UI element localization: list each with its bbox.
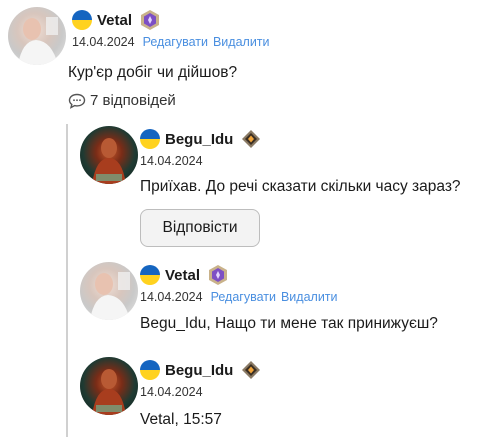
- comment-meta: 14.04.2024 Редагувати Видалити: [72, 35, 270, 49]
- thread-line: [66, 357, 68, 359]
- main-comment: Vetal 14.04.2024 Редагувати Видалити: [8, 7, 270, 65]
- avatar[interactable]: [8, 7, 66, 65]
- thread-line: [66, 124, 68, 437]
- comment-header: Begu_Idu: [140, 126, 262, 152]
- reply-comment: Begu_Idu 14.04.2024: [80, 357, 262, 415]
- username[interactable]: Vetal: [97, 12, 132, 29]
- avatar[interactable]: [80, 357, 138, 415]
- edit-link[interactable]: Редагувати: [143, 35, 208, 49]
- mention[interactable]: Vetal: [140, 411, 174, 428]
- comment-date: 14.04.2024: [72, 35, 135, 49]
- speech-bubble-icon: [68, 93, 86, 109]
- comment-meta: 14.04.2024 Редагувати Видалити: [140, 290, 338, 304]
- avatar-image: [90, 272, 130, 320]
- replies-count-label: 7 відповідей: [90, 92, 176, 109]
- username[interactable]: Begu_Idu: [165, 131, 233, 148]
- comment-header: Vetal: [72, 7, 270, 33]
- comment-text: Приїхав. До речі сказати скільки часу за…: [140, 178, 461, 195]
- username[interactable]: Begu_Idu: [165, 362, 233, 379]
- avatar-image: [18, 17, 58, 65]
- ukraine-flag-icon: [140, 129, 160, 149]
- comment-body: , 15:57: [174, 411, 222, 428]
- comment-text: Begu_Idu, Нащо ти мене так принижуєш?: [140, 315, 438, 333]
- avatar[interactable]: [80, 126, 138, 184]
- purple-rank-badge-icon: [141, 10, 160, 30]
- comment-date: 14.04.2024: [140, 385, 203, 399]
- reply-comment: Begu_Idu 14.04.2024: [80, 126, 262, 184]
- avatar[interactable]: [80, 262, 138, 320]
- ukraine-flag-icon: [140, 265, 160, 285]
- ukraine-flag-icon: [140, 360, 160, 380]
- delete-link[interactable]: Видалити: [281, 290, 338, 304]
- comment-header: Begu_Idu: [140, 357, 262, 383]
- thread-line: [66, 124, 68, 126]
- bronze-rank-badge-icon: [242, 130, 261, 148]
- purple-rank-badge-icon: [209, 265, 228, 285]
- mention[interactable]: Begu_Idu: [140, 315, 206, 332]
- avatar-image: [92, 369, 126, 415]
- comment-meta: 14.04.2024: [140, 385, 262, 399]
- comment-body: , Нащо ти мене так принижуєш?: [206, 315, 438, 332]
- avatar-image: [92, 138, 126, 184]
- delete-link[interactable]: Видалити: [213, 35, 270, 49]
- comment-date: 14.04.2024: [140, 154, 203, 168]
- comment-date: 14.04.2024: [140, 290, 203, 304]
- comment-text: Кур'єр добіг чи дійшов?: [68, 64, 238, 81]
- username[interactable]: Vetal: [165, 267, 200, 284]
- reply-button[interactable]: Відповісти: [140, 209, 260, 247]
- reply-comment: Vetal 14.04.2024 Редагувати Видалити: [80, 262, 338, 320]
- comment-meta: 14.04.2024: [140, 154, 262, 168]
- edit-link[interactable]: Редагувати: [211, 290, 276, 304]
- thread-line: [66, 261, 68, 263]
- comment-text: Vetal, 15:57: [140, 411, 222, 429]
- replies-toggle[interactable]: 7 відповідей: [68, 92, 176, 109]
- comment-header: Vetal: [140, 262, 338, 288]
- bronze-rank-badge-icon: [242, 361, 261, 379]
- ukraine-flag-icon: [72, 10, 92, 30]
